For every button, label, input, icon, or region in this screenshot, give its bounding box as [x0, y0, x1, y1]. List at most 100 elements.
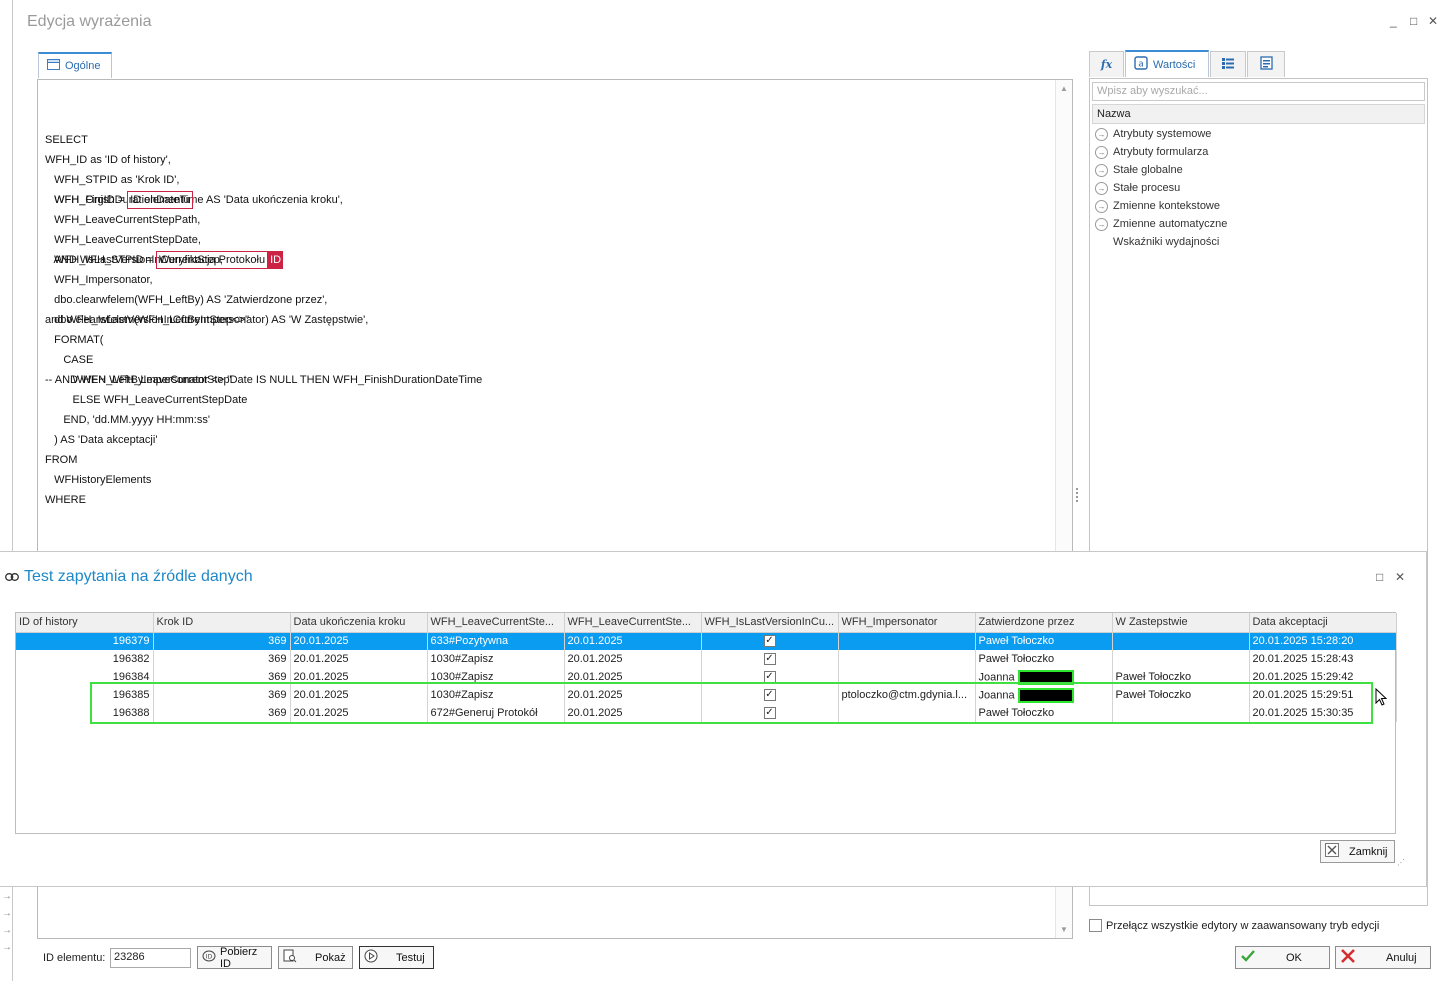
- cell-text: 1030#Zapisz: [430, 689, 494, 701]
- table-cell-last: ✓: [701, 704, 839, 722]
- close-button[interactable]: ✕: [1428, 14, 1438, 28]
- cancel-button[interactable]: Anuluj: [1335, 946, 1431, 969]
- grid-column-header[interactable]: ID of history: [16, 613, 154, 633]
- query-test-dialog: Test zapytania na źródle danych □ ✕ ID o…: [0, 551, 1427, 887]
- grid-column-header[interactable]: WFH_LeaveCurrentSte...: [427, 613, 565, 633]
- expand-arrow-icon[interactable]: →: [1095, 127, 1108, 141]
- cell-text: Paweł Tołoczko: [978, 653, 1055, 665]
- tree-item[interactable]: → Atrybuty formularza: [1095, 143, 1227, 161]
- dialog-title: Test zapytania na źródle danych: [24, 568, 253, 585]
- code-line: FORMAT(: [45, 334, 104, 346]
- values-tree: → Atrybuty systemowe → Atrybuty formularza →…: [1095, 125, 1227, 251]
- expand-arrow-icon[interactable]: →: [1095, 163, 1108, 177]
- table-row[interactable]: 196384 369 20.01.2025 1030#Zapisz 20.01.2025…: [16, 668, 1397, 686]
- name-column-header[interactable]: Nazwa: [1092, 104, 1425, 124]
- table-row[interactable]: 196388 369 20.01.2025 672#Generuj Protokół 2…: [16, 704, 1397, 722]
- dialog-maximize-button[interactable]: □: [1376, 570, 1383, 584]
- grid-column-header[interactable]: Data akceptacji: [1249, 613, 1397, 633]
- table-cell-accept: 20.01.2025 15:29:42: [1249, 668, 1397, 686]
- code-line: SELECT: [45, 134, 88, 146]
- maximize-button[interactable]: □: [1410, 14, 1417, 28]
- checkbox-checked-icon: ✓: [763, 635, 776, 648]
- splitter-handle[interactable]: [1076, 488, 1078, 502]
- tree-item[interactable]: → Stałe globalne: [1095, 161, 1227, 179]
- tab-values[interactable]: a Wartości: [1125, 50, 1209, 77]
- arrow-circle-icon: →: [2, 942, 12, 953]
- cancel-label: Anuluj: [1386, 951, 1417, 964]
- cell-text: 196384: [112, 671, 150, 683]
- grid-column-header[interactable]: WFH_Impersonator: [838, 613, 976, 633]
- advanced-mode-option[interactable]: Przełącz wszystkie edytory w zaawansowan…: [1089, 919, 1379, 932]
- window-title: Edycja wyrażenia: [27, 13, 152, 30]
- close-dialog-button[interactable]: Zamknij: [1320, 840, 1395, 863]
- results-grid[interactable]: ID of history Krok ID Data ukończenia krok…: [15, 612, 1397, 834]
- table-cell-imp: [838, 650, 976, 668]
- expand-arrow-icon[interactable]: →: [1095, 217, 1108, 231]
- cell-text: 20.01.2025 15:29:51: [1252, 689, 1354, 701]
- table-cell-path: 1030#Zapisz: [427, 668, 565, 686]
- tree-item-label: Stałe globalne: [1113, 164, 1183, 176]
- expand-arrow-icon[interactable]: →: [1095, 199, 1108, 213]
- code-line: WFH_STPID as 'Krok ID',: [45, 174, 180, 186]
- minimize-button[interactable]: _: [1390, 14, 1397, 28]
- cell-text: 20.01.2025: [293, 671, 349, 683]
- test-button[interactable]: Testuj: [359, 946, 434, 969]
- code-lines: SELECT WFH_ID as 'ID of history', WFH_STP…: [45, 130, 482, 506]
- resize-grip-icon[interactable]: ⋰: [1397, 858, 1405, 867]
- grid-column-header[interactable]: WFH_LeaveCurrentSte...: [564, 613, 702, 633]
- table-row[interactable]: 196379 369 20.01.2025 633#Pozytywna 20.01.20…: [16, 632, 1397, 650]
- grid-column-header[interactable]: W Zastepstwie: [1112, 613, 1250, 633]
- grid-column-header[interactable]: Krok ID: [153, 613, 291, 633]
- cell-text: 20.01.2025: [293, 635, 349, 648]
- cell-text: 672#Generuj Protokół: [430, 707, 538, 719]
- cell-text: 20.01.2025 15:28:43: [1252, 653, 1354, 665]
- tab-list[interactable]: [1210, 51, 1246, 77]
- tree-item-label: Stałe procesu: [1113, 182, 1181, 194]
- values-icon: a: [1134, 56, 1148, 73]
- code-line: dbo.clearwfelem(WFH_LeftBy) AS 'Zatwierd…: [45, 294, 328, 306]
- tab-form[interactable]: [1247, 51, 1285, 77]
- table-cell-by: Joanna: [975, 686, 1113, 704]
- element-id-input[interactable]: 23286: [110, 948, 191, 968]
- expand-arrow-icon[interactable]: →: [1095, 181, 1108, 195]
- grid-column-header[interactable]: WFH_IsLastVersionInCu...: [701, 613, 839, 633]
- table-cell-instead: [1112, 650, 1250, 668]
- tree-item[interactable]: → Atrybuty systemowe: [1095, 125, 1227, 143]
- expression-editor-window: Edycja wyrażenia _ □ ✕ Ogólne SELECT WFH_…: [0, 0, 1446, 981]
- table-cell-finish: 20.01.2025: [290, 704, 428, 722]
- code-line: WFH_Impersonator,: [45, 274, 153, 286]
- advanced-mode-checkbox[interactable]: [1089, 919, 1102, 932]
- arrow-circle-icon: →: [2, 908, 12, 919]
- table-row[interactable]: 196382 369 20.01.2025 1030#Zapisz 20.01.2025…: [16, 650, 1397, 668]
- ok-button[interactable]: OK: [1235, 946, 1330, 969]
- play-icon: [364, 949, 378, 966]
- table-row[interactable]: 196385 369 20.01.2025 1030#Zapisz 20.01.2025…: [16, 686, 1397, 704]
- expand-arrow-icon[interactable]: →: [1095, 145, 1108, 159]
- scroll-up-icon[interactable]: ▲: [1060, 84, 1068, 93]
- tree-item[interactable]: → Zmienne automatyczne: [1095, 215, 1227, 233]
- dialog-close-button[interactable]: ✕: [1395, 570, 1405, 584]
- cell-text: 633#Pozytywna: [430, 635, 509, 648]
- tree-item[interactable]: Wskaźniki wydajności: [1095, 233, 1227, 251]
- cell-text: 369: [268, 653, 287, 665]
- tab-functions[interactable]: fx: [1089, 51, 1124, 77]
- fetch-id-button[interactable]: ID Pobierz ID: [197, 946, 272, 970]
- tab-general[interactable]: Ogólne: [38, 52, 112, 78]
- code-text: AND WFH_STPID =: [45, 254, 156, 266]
- values-search-input[interactable]: Wpisz aby wyszukać...: [1092, 82, 1425, 101]
- show-button[interactable]: Pokaż: [278, 946, 353, 969]
- table-cell-date: 20.01.2025: [564, 686, 702, 704]
- cell-text: Paweł Tołoczko: [978, 707, 1055, 719]
- arrow-circle-icon: →: [2, 925, 12, 936]
- table-cell-id: 196388: [16, 704, 154, 722]
- tree-item[interactable]: → Stałe procesu: [1095, 179, 1227, 197]
- table-cell-by: Paweł Tołoczko: [975, 704, 1113, 722]
- tree-item[interactable]: → Zmienne kontekstowe: [1095, 197, 1227, 215]
- code-line: FROM: [45, 454, 78, 466]
- param-token-step[interactable]: Weryfikacja Protokołu: [155, 251, 269, 270]
- scroll-down-icon[interactable]: ▼: [1060, 925, 1068, 934]
- grid-column-header[interactable]: Zatwierdzone przez: [975, 613, 1113, 633]
- grid-column-header[interactable]: Data ukończenia kroku: [290, 613, 428, 633]
- param-token-element-id[interactable]: ID elementu: [127, 191, 193, 210]
